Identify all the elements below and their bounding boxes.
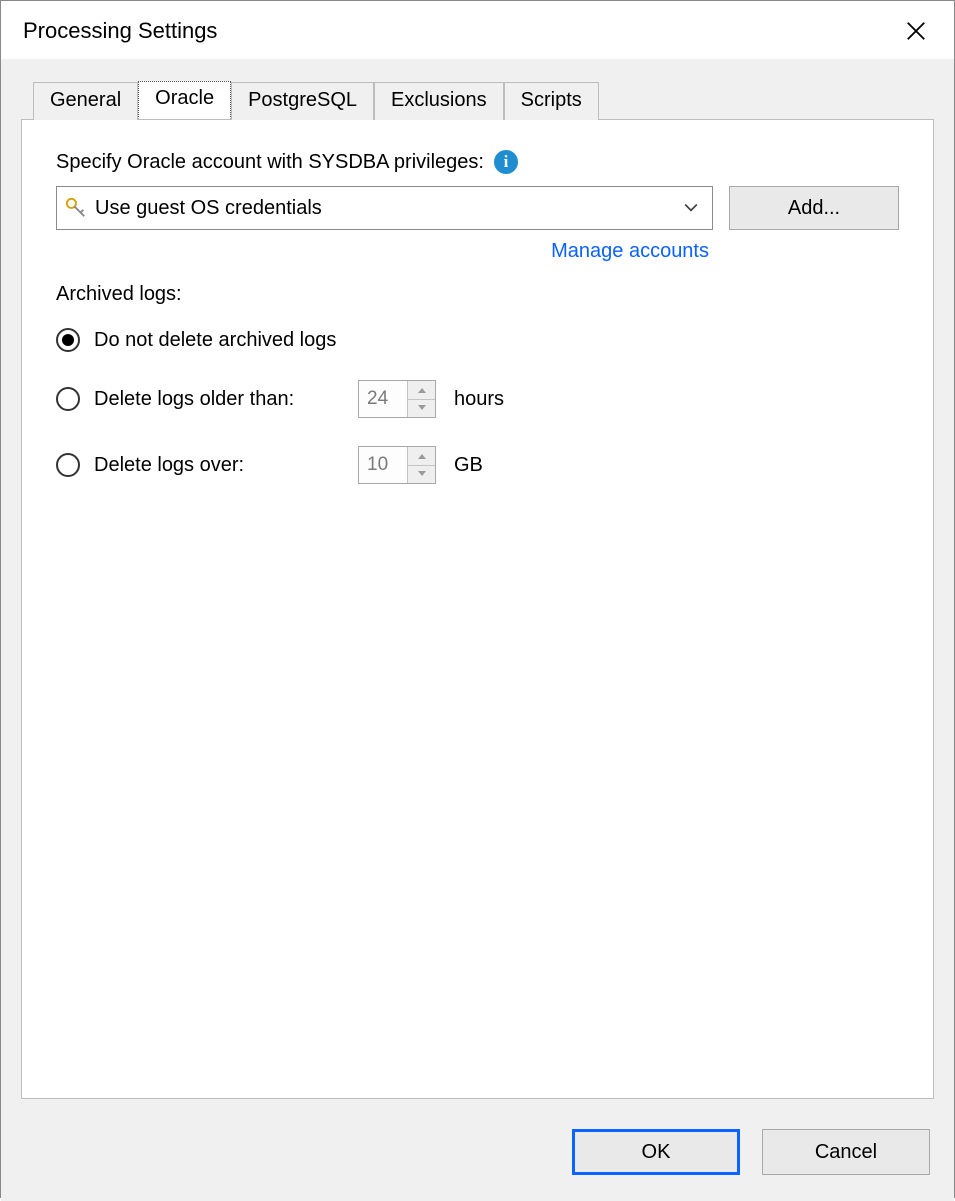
archived-logs-label: Archived logs:	[56, 283, 899, 306]
close-icon	[905, 20, 927, 42]
over-size-spin-buttons	[407, 447, 435, 483]
close-button[interactable]	[896, 11, 936, 51]
older-than-up[interactable]	[408, 381, 435, 400]
tab-general[interactable]: General	[33, 82, 138, 120]
manage-accounts-link[interactable]: Manage accounts	[56, 240, 709, 263]
radio-row-older-than: Delete logs older than: hours	[56, 380, 899, 418]
cancel-button[interactable]: Cancel	[762, 1129, 930, 1175]
add-credentials-button[interactable]: Add...	[729, 186, 899, 230]
credentials-dropdown[interactable]: Use guest OS credentials	[56, 186, 713, 230]
radio-row-over-size: Delete logs over: GB	[56, 446, 899, 484]
tab-scripts[interactable]: Scripts	[504, 82, 599, 120]
over-size-input[interactable]	[359, 447, 407, 483]
tab-postgresql[interactable]: PostgreSQL	[231, 82, 374, 120]
dialog-body: General Oracle PostgreSQL Exclusions Scr…	[1, 59, 954, 1201]
window-title: Processing Settings	[23, 18, 217, 44]
over-size-up[interactable]	[408, 447, 435, 466]
over-size-down[interactable]	[408, 466, 435, 484]
account-label-text: Specify Oracle account with SYSDBA privi…	[56, 151, 484, 174]
dialog-footer: OK Cancel	[572, 1129, 930, 1175]
radio-row-no-delete: Do not delete archived logs	[56, 328, 899, 352]
archived-logs-radio-group: Do not delete archived logs Delete logs …	[56, 328, 899, 484]
radio-over-size[interactable]	[56, 453, 80, 477]
titlebar: Processing Settings	[1, 1, 954, 59]
credentials-selected-text: Use guest OS credentials	[95, 197, 678, 220]
radio-over-size-label: Delete logs over:	[94, 454, 344, 477]
chevron-down-icon	[678, 191, 704, 225]
radio-older-than[interactable]	[56, 387, 80, 411]
radio-no-delete[interactable]	[56, 328, 80, 352]
key-icon	[65, 197, 87, 219]
info-icon[interactable]: i	[494, 150, 518, 174]
tab-oracle[interactable]: Oracle	[138, 81, 231, 119]
older-than-unit: hours	[454, 388, 504, 411]
older-than-spinner[interactable]	[358, 380, 436, 418]
tab-exclusions[interactable]: Exclusions	[374, 82, 504, 120]
older-than-input[interactable]	[359, 381, 407, 417]
radio-older-than-label: Delete logs older than:	[94, 388, 344, 411]
tab-strip: General Oracle PostgreSQL Exclusions Scr…	[33, 81, 934, 119]
older-than-down[interactable]	[408, 400, 435, 418]
account-section-label: Specify Oracle account with SYSDBA privi…	[56, 150, 518, 174]
credentials-row: Use guest OS credentials Add...	[56, 186, 899, 230]
ok-button[interactable]: OK	[572, 1129, 740, 1175]
radio-no-delete-label: Do not delete archived logs	[94, 329, 344, 352]
over-size-unit: GB	[454, 454, 483, 477]
tab-panel-oracle: Specify Oracle account with SYSDBA privi…	[21, 119, 934, 1099]
over-size-spinner[interactable]	[358, 446, 436, 484]
older-than-spin-buttons	[407, 381, 435, 417]
